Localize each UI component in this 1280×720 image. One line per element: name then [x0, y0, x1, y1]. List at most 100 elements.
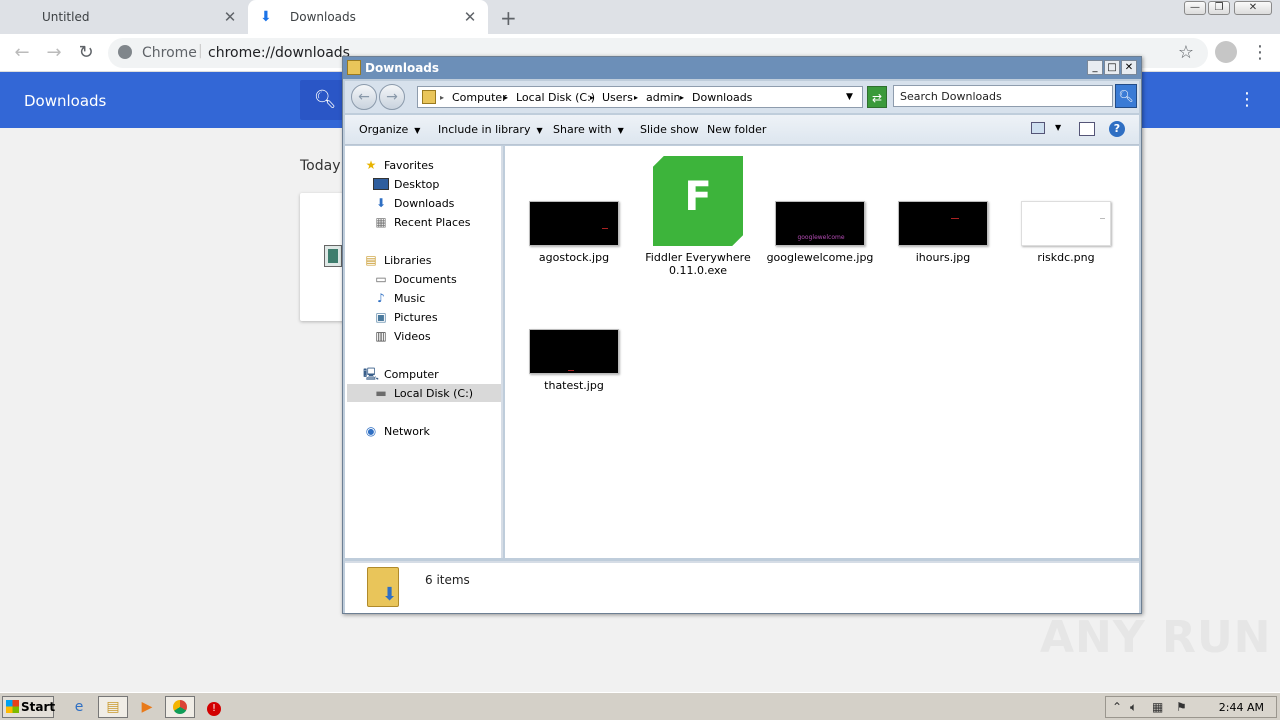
nav-libraries[interactable]: ▤ Libraries: [363, 251, 431, 269]
profile-avatar-icon[interactable]: [1215, 41, 1237, 63]
nav-pictures[interactable]: ▣ Pictures: [373, 308, 437, 326]
crumb-chevron-icon[interactable]: ▸: [590, 93, 594, 102]
explorer-maximize-button[interactable]: □: [1104, 60, 1120, 75]
chrome-menu-icon[interactable]: ⋮: [1248, 41, 1272, 65]
new-tab-button[interactable]: +: [500, 6, 517, 30]
minimize-button[interactable]: —: [1184, 1, 1206, 15]
breadcrumb-admin[interactable]: admin: [646, 91, 680, 104]
view-dropdown-icon[interactable]: ▼: [1055, 123, 1061, 132]
image-thumbnail: [529, 201, 619, 246]
chrome-taskbar-icon[interactable]: [165, 696, 195, 718]
back-icon[interactable]: ←: [351, 84, 377, 110]
address-bar[interactable]: ▸ Computer ▸ Local Disk (C:) ▸ Users ▸ a…: [417, 86, 863, 108]
slide-show-button[interactable]: Slide show: [640, 123, 699, 136]
folder-icon: [347, 60, 361, 75]
file-name: agostock.jpg: [538, 251, 610, 264]
crumb-chevron-icon[interactable]: ▸: [504, 93, 508, 102]
tab-untitled[interactable]: Untitled ✕: [0, 0, 248, 34]
nav-desktop[interactable]: Desktop: [373, 175, 439, 193]
include-in-library-menu[interactable]: Include in library ▼: [438, 123, 543, 136]
tab-downloads[interactable]: ⬇ Downloads ✕: [248, 0, 488, 34]
breadcrumb-computer[interactable]: Computer: [452, 91, 507, 104]
explorer-title-bar[interactable]: Downloads _ □ ✕: [343, 57, 1141, 79]
file-item[interactable]: thatest.jpg: [519, 329, 629, 392]
file-item[interactable]: F Fiddler Everywhere 0.11.0.exe: [643, 156, 753, 277]
clock[interactable]: 2:44 AM: [1219, 701, 1264, 714]
volume-icon[interactable]: 🔈︎: [1130, 700, 1137, 715]
nav-computer[interactable]: 🖳︎ Computer: [363, 365, 439, 383]
show-hidden-icons-icon[interactable]: ⌃: [1112, 700, 1122, 714]
restore-button[interactable]: ❐: [1208, 1, 1230, 15]
command-bar: Organize ▼ Include in library ▼ Share with…: [345, 115, 1139, 145]
nav-downloads[interactable]: ⬇ Downloads: [373, 194, 454, 212]
start-button[interactable]: Start: [2, 696, 55, 718]
breadcrumb-users[interactable]: Users: [602, 91, 633, 104]
downloads-icon: ⬇: [375, 196, 387, 210]
system-tray: ⌃ 🔈︎ ▦ ⚑ 2:44 AM: [1105, 696, 1277, 718]
details-pane: ⬇ 6 items: [345, 561, 1139, 613]
share-with-menu[interactable]: Share with ▼: [553, 123, 624, 136]
chrome-page-icon: [118, 45, 132, 59]
forward-icon[interactable]: →: [42, 41, 66, 65]
refresh-icon[interactable]: ⇄: [867, 86, 887, 108]
explorer-window: Downloads _ □ ✕ ← → ▸ Computer ▸ Local D…: [342, 56, 1142, 614]
navigation-pane: ★ Favorites Desktop ⬇ Downloads ▦ Recent Pl…: [345, 146, 503, 558]
crumb-chevron-icon[interactable]: ▸: [440, 93, 444, 102]
forward-icon[interactable]: →: [379, 84, 405, 110]
nav-favorites[interactable]: ★ Favorites: [363, 156, 434, 174]
item-count: 6 items: [425, 573, 470, 587]
tab-close-icon[interactable]: ✕: [222, 9, 238, 25]
file-name: riskdc.png: [1037, 251, 1095, 264]
nav-documents[interactable]: ▭ Documents: [373, 270, 456, 288]
search-input[interactable]: Search Downloads: [893, 85, 1113, 107]
media-player-icon[interactable]: ▶: [136, 697, 158, 717]
address-row: ← → ▸ Computer ▸ Local Disk (C:) ▸ Users…: [345, 81, 1139, 113]
explorer-minimize-button[interactable]: _: [1087, 60, 1103, 75]
file-name: ihours.jpg: [915, 251, 971, 264]
breadcrumb-local-disk[interactable]: Local Disk (C:): [516, 91, 595, 104]
breadcrumb-downloads[interactable]: Downloads: [692, 91, 752, 104]
network-tray-icon[interactable]: ▦: [1152, 700, 1163, 714]
pictures-icon: ▣: [375, 310, 387, 324]
nav-recent-places[interactable]: ▦ Recent Places: [373, 213, 470, 231]
search-icon[interactable]: 🔍︎: [1115, 84, 1137, 108]
address-dropdown-icon[interactable]: ▼: [846, 92, 853, 102]
file-item[interactable]: agostock.jpg: [519, 201, 629, 264]
file-item[interactable]: riskdc.png: [1011, 201, 1121, 264]
downloads-folder-icon: [422, 90, 436, 104]
help-icon[interactable]: ?: [1109, 121, 1125, 137]
star-icon: ★: [365, 158, 377, 172]
windows-logo-icon: [6, 700, 19, 713]
tab-close-icon[interactable]: ✕: [462, 9, 478, 25]
image-thumbnail: [529, 329, 619, 374]
bookmark-star-icon[interactable]: ☆: [1174, 41, 1198, 65]
crumb-chevron-icon[interactable]: ▸: [680, 93, 684, 102]
download-arrow-icon: ⬇: [382, 584, 398, 605]
close-window-button[interactable]: ✕: [1234, 1, 1272, 15]
reload-icon[interactable]: ↻: [74, 41, 98, 65]
file-item[interactable]: ihours.jpg: [888, 201, 998, 264]
crumb-chevron-icon[interactable]: ▸: [634, 93, 638, 102]
nav-music[interactable]: ♪ Music: [373, 289, 425, 307]
internet-explorer-icon[interactable]: e: [68, 697, 90, 717]
stop-icon[interactable]: !: [203, 697, 225, 717]
nav-videos[interactable]: ▥ Videos: [373, 327, 430, 345]
organize-menu[interactable]: Organize ▼: [359, 123, 420, 136]
preview-pane-icon[interactable]: [1079, 122, 1095, 136]
network-icon: ◉: [365, 424, 377, 438]
explorer-taskbar-icon[interactable]: ▤: [98, 696, 128, 718]
nav-network[interactable]: ◉ Network: [363, 422, 430, 440]
change-view-icon[interactable]: [1031, 122, 1045, 134]
tab-untitled-label: Untitled: [42, 10, 90, 24]
date-section-label: Today: [300, 158, 341, 174]
back-icon[interactable]: ←: [10, 41, 34, 65]
more-menu-icon[interactable]: ⋮: [1238, 90, 1256, 110]
nav-local-disk[interactable]: ▬ Local Disk (C:): [347, 384, 501, 402]
file-list: agostock.jpg F Fiddler Everywhere 0.11.0…: [505, 146, 1139, 558]
omnibox-separator: |: [198, 43, 203, 59]
new-folder-button[interactable]: New folder: [707, 123, 766, 136]
action-center-flag-icon[interactable]: ⚑: [1176, 700, 1187, 714]
file-item[interactable]: googlewelcome googlewelcome.jpg: [765, 201, 875, 264]
image-thumbnail: googlewelcome: [775, 201, 865, 246]
explorer-close-button[interactable]: ✕: [1121, 60, 1137, 75]
